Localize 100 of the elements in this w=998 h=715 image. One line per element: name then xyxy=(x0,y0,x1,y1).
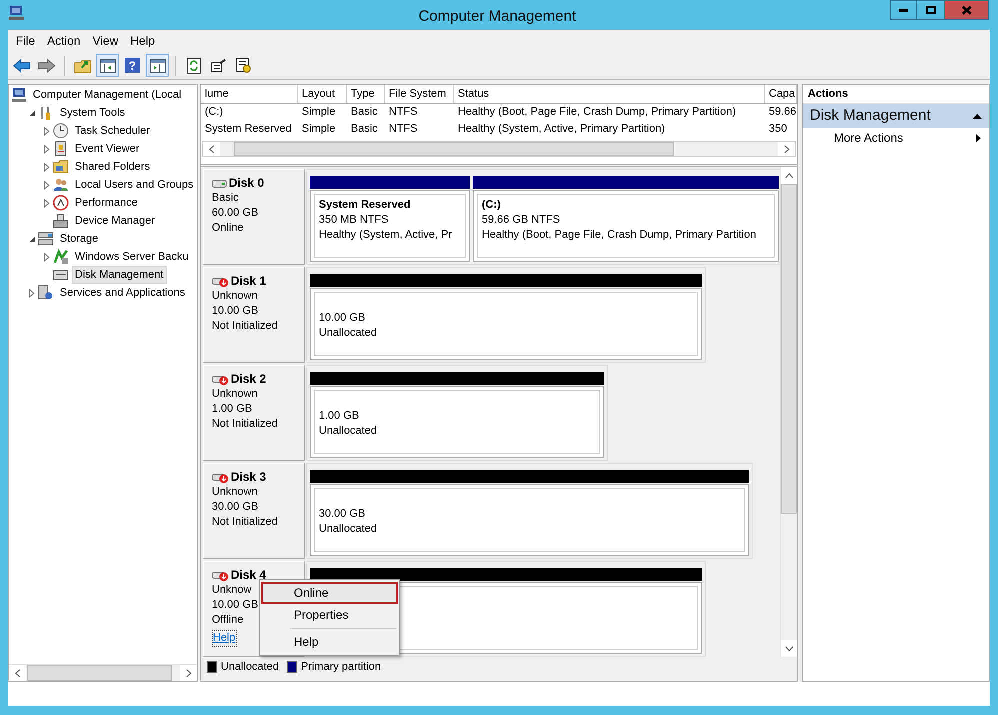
backup-icon xyxy=(53,249,69,265)
toolbar-button[interactable]: ? xyxy=(121,54,144,77)
partition-info: 30.00 GB xyxy=(319,506,366,522)
pane-icon xyxy=(100,58,116,72)
disk-name: Disk 3 xyxy=(231,470,266,485)
disk-info: Offline xyxy=(212,613,244,628)
tree-item[interactable]: Local Users and Groups xyxy=(72,176,197,194)
scroll-down-button[interactable] xyxy=(781,640,797,657)
back-arrow-icon xyxy=(12,58,30,72)
close-icon xyxy=(962,6,972,14)
refresh-icon xyxy=(186,58,200,74)
partition-title: (C:) xyxy=(482,198,501,213)
disk-info: Online xyxy=(212,221,244,236)
partition-info: 1.00 GB xyxy=(319,408,360,424)
horizontal-scrollbar[interactable] xyxy=(202,141,796,157)
maximize-button[interactable] xyxy=(917,0,944,20)
toolbar-button[interactable] xyxy=(96,54,119,77)
close-button[interactable] xyxy=(944,0,989,20)
storage-icon xyxy=(38,231,54,247)
table-cell: Simple xyxy=(302,106,336,118)
table-cell: Healthy (System, Active, Primary Partition) xyxy=(458,123,666,136)
window-title: Computer Management xyxy=(418,7,576,27)
tree-item[interactable]: Windows Server Backu xyxy=(72,248,192,266)
gauge-icon xyxy=(53,195,69,211)
tree-item[interactable]: Event Viewer xyxy=(72,140,143,158)
scroll-right-button[interactable] xyxy=(180,665,197,681)
context-menu-item[interactable]: Online xyxy=(261,582,398,604)
disk-name: Disk 4 xyxy=(231,568,266,583)
legend-label: Primary partition xyxy=(301,660,382,675)
tree-item[interactable]: System Tools xyxy=(57,104,128,122)
disk-name: Disk 1 xyxy=(231,274,266,289)
menu-item[interactable]: Help xyxy=(124,31,162,51)
disk-info: Unknown xyxy=(212,387,258,402)
clock-icon xyxy=(53,123,69,139)
disk-info: 1.00 GB xyxy=(212,402,252,417)
table-cell: Basic xyxy=(351,106,378,118)
disk-info: 10.00 GB xyxy=(212,598,258,613)
table-cell: NTFS xyxy=(389,123,418,136)
table-cell: (C:) xyxy=(205,106,224,118)
properties-icon xyxy=(210,58,226,73)
disk-info: Not Initialized xyxy=(212,417,278,432)
tree-item[interactable]: Computer Management (Local xyxy=(30,86,185,104)
partition-info: 10.00 GB xyxy=(319,310,366,326)
partition-info: Healthy (Boot, Page File, Crash Dump, Primary Partition xyxy=(482,228,756,243)
disk-name: Disk 2 xyxy=(231,372,266,387)
legend-label: Unallocated xyxy=(221,660,280,675)
partition-info: 59.66 GB NTFS xyxy=(482,213,560,228)
tree-item[interactable]: Disk Management xyxy=(72,266,167,284)
tree-item[interactable]: Device Manager xyxy=(72,212,158,230)
partition-info: Healthy (System, Active, Pr xyxy=(319,228,452,243)
partition-info: Unallocated xyxy=(319,326,378,340)
disk-info: Basic xyxy=(212,191,239,206)
services-icon xyxy=(38,285,54,301)
table-cell: System Reserved xyxy=(205,123,292,136)
table-cell: Simple xyxy=(302,123,336,136)
help-link[interactable]: Help xyxy=(212,630,237,647)
minimize-button[interactable] xyxy=(890,0,917,20)
scroll-up-button[interactable] xyxy=(781,167,797,184)
log-icon xyxy=(53,141,69,157)
scroll-left-button[interactable] xyxy=(9,665,26,681)
pane-icon xyxy=(150,58,166,72)
tree-item[interactable]: Storage xyxy=(57,230,102,248)
settings-icon xyxy=(236,58,252,74)
disk-name: Disk 0 xyxy=(229,176,264,191)
tree-item[interactable]: Performance xyxy=(72,194,141,212)
folder-up-icon xyxy=(74,58,92,74)
table-cell: NTFS xyxy=(389,106,418,118)
disk-info: 30.00 GB xyxy=(212,500,258,515)
device-manager-icon xyxy=(53,213,69,229)
partition-info: 350 MB NTFS xyxy=(319,213,389,228)
disk-info: Unknow xyxy=(212,583,252,598)
disk-info: Not Initialized xyxy=(212,319,278,334)
disk-info: 60.00 GB xyxy=(212,206,258,221)
disk-info: Not Initialized xyxy=(212,515,278,530)
horizontal-scrollbar-thumb[interactable] xyxy=(234,142,674,156)
menu-item[interactable]: File xyxy=(10,31,42,51)
tree-item[interactable]: Shared Folders xyxy=(72,158,154,176)
menu-item[interactable]: Action xyxy=(41,31,87,51)
disk-info: Unknown xyxy=(212,289,258,304)
actions-section-header[interactable]: Disk Management xyxy=(803,104,989,128)
table-cell: Healthy (Boot, Page File, Crash Dump, Primary Partition) xyxy=(458,106,736,118)
computer-icon xyxy=(11,87,27,103)
folder-icon xyxy=(53,159,69,175)
table-cell: 350 xyxy=(769,123,788,136)
table-cell: 59.66 xyxy=(769,106,797,118)
context-menu-item[interactable]: Help xyxy=(261,631,398,653)
partition-info: Unallocated xyxy=(319,522,378,536)
forward-arrow-icon xyxy=(38,58,56,72)
toolbar-button[interactable] xyxy=(146,54,169,77)
action-item[interactable]: More Actions xyxy=(803,128,989,148)
disk-info: Unknown xyxy=(212,485,258,500)
tree-item[interactable]: Services and Applications xyxy=(57,284,188,302)
context-menu-item[interactable]: Properties xyxy=(261,604,398,626)
vertical-scrollbar-thumb[interactable] xyxy=(781,184,797,514)
disk-info: 10.00 GB xyxy=(212,304,258,319)
users-icon xyxy=(53,177,69,193)
tree-item[interactable]: Task Scheduler xyxy=(72,122,154,140)
menu-item[interactable]: View xyxy=(86,31,124,51)
horizontal-scrollbar-thumb[interactable] xyxy=(27,665,172,681)
submenu-arrow-icon xyxy=(976,134,981,142)
